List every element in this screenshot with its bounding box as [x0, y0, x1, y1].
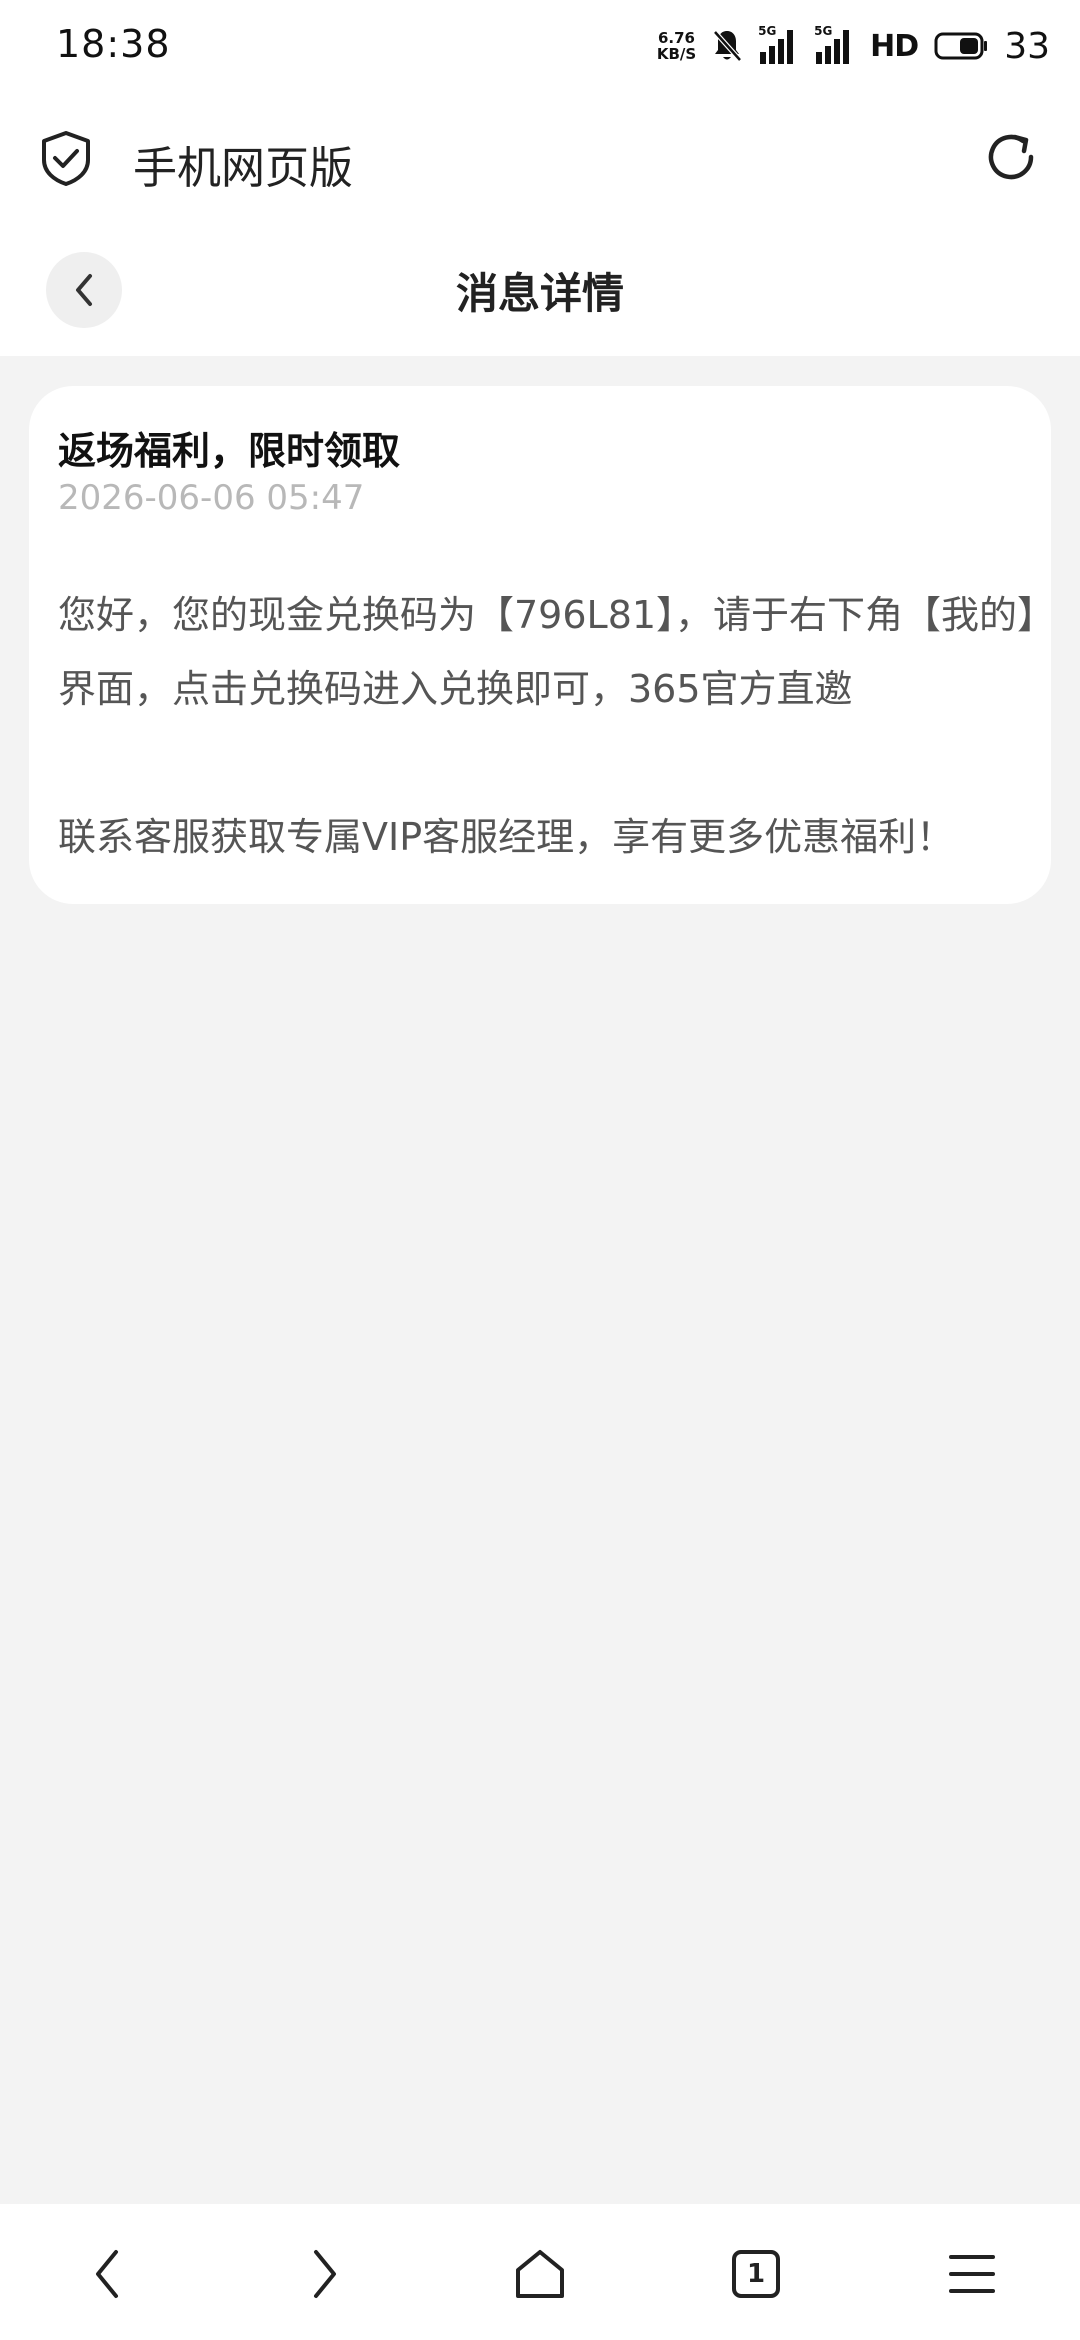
net-speed: 6.76 KB/S [657, 30, 696, 62]
shield-check-icon[interactable] [40, 130, 92, 186]
message-title: 返场福利，限时领取 [58, 429, 401, 473]
home-icon [516, 2250, 564, 2298]
hd-indicator: HD [870, 28, 919, 64]
muted-bell-icon [713, 30, 743, 62]
signal-bars-icon [760, 30, 794, 64]
battery-icon [934, 32, 988, 60]
page-title: 消息详情 [455, 269, 624, 318]
message-body: 您好，您的现金兑换码为【796L81】，请于右下角【我的】界面，点击兑换码进入兑… [58, 593, 1037, 711]
bottom-nav: 1 [0, 2204, 1080, 2340]
status-bar: 18:38 6.76 KB/S 5G 5G HD 33 [0, 0, 1080, 92]
signal-bars-icon [816, 30, 850, 64]
battery-level: 33 [1004, 25, 1050, 67]
screen: 18:38 6.76 KB/S 5G 5G HD 33 手机网页版 消息详情 返… [0, 0, 1080, 2340]
nav-tabs-button[interactable]: 1 [724, 2242, 788, 2306]
tabs-icon: 1 [732, 2250, 780, 2298]
status-icons: 6.76 KB/S 5G 5G HD 33 [657, 20, 1050, 72]
back-arrow-icon [96, 2250, 118, 2298]
menu-icon [949, 2255, 995, 2293]
refresh-icon[interactable] [982, 128, 1040, 186]
message-extra: 联系客服获取专属VIP客服经理，享有更多优惠福利！ [58, 815, 955, 859]
net-speed-value: 6.76 [657, 29, 695, 47]
message-timestamp: 2026-06-06 05:47 [58, 478, 365, 518]
signal-1: 5G [758, 24, 798, 66]
message-card: 返场福利，限时领取 2026-06-06 05:47 您好，您的现金兑换码为【7… [29, 386, 1051, 904]
tabs-count: 1 [746, 2259, 766, 2289]
signal-2: 5G [814, 24, 854, 66]
net-speed-unit: KB/S [656, 45, 697, 63]
forward-arrow-icon [314, 2250, 336, 2298]
browser-title: 手机网页版 [133, 143, 353, 194]
nav-home-button[interactable] [508, 2242, 572, 2306]
nav-forward-button[interactable] [292, 2242, 356, 2306]
status-time: 18:38 [56, 22, 171, 66]
browser-bar: 手机网页版 [0, 92, 1080, 224]
page-header: 消息详情 [0, 224, 1080, 356]
nav-back-button[interactable] [76, 2242, 140, 2306]
nav-menu-button[interactable] [940, 2242, 1004, 2306]
